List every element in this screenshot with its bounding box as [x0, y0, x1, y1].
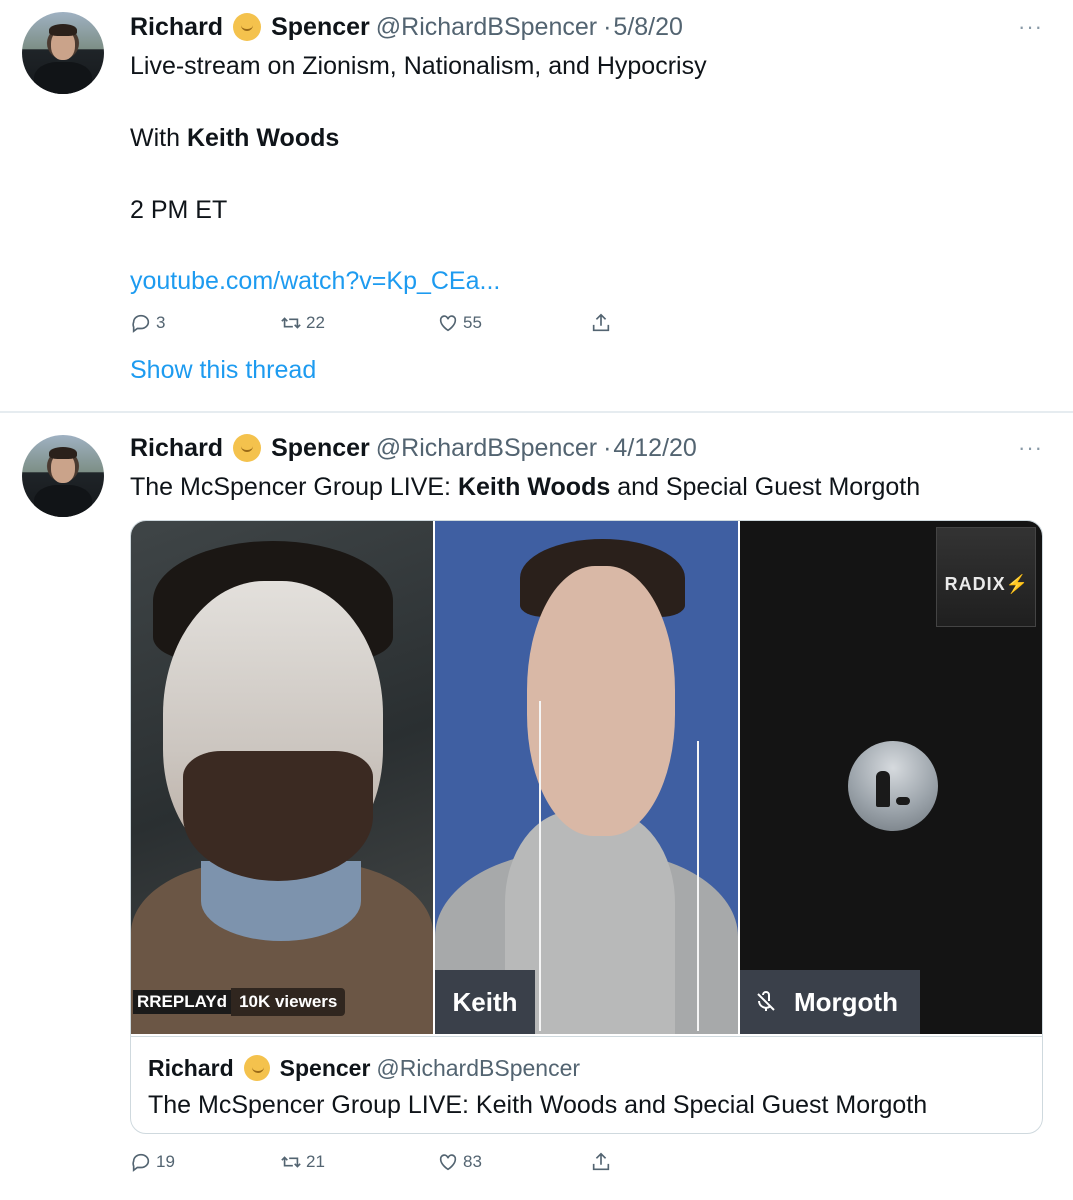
- youtube-link[interactable]: youtube.com/watch?v=Kp_CEa...: [130, 267, 500, 296]
- user-last-name[interactable]: Spencer: [271, 434, 370, 463]
- reply-icon: [132, 1153, 150, 1172]
- with-prefix: With: [130, 124, 187, 152]
- mention-name: Keith Woods: [457, 473, 611, 501]
- retweet-count: 21: [306, 1152, 325, 1171]
- quoted-tweet[interactable]: Richard Spencer @RichardBSpencer The McS…: [131, 1036, 1042, 1133]
- emoji-icon: [233, 13, 262, 41]
- tweet-2[interactable]: Richard Spencer @RichardBSpencer · 4/12/…: [0, 413, 1073, 1200]
- tweet-text-with: With Keith Woods: [130, 124, 339, 153]
- user-first-name[interactable]: Richard: [130, 434, 223, 463]
- retweet-button[interactable]: 21: [280, 1151, 325, 1173]
- quote-header: Richard Spencer @RichardBSpencer: [148, 1051, 580, 1085]
- tweet-actions: 3 22 55: [130, 312, 630, 338]
- text-prefix: The McSpencer Group LIVE:: [130, 473, 458, 501]
- heart-icon: [439, 1154, 457, 1171]
- participant-label-morgoth: Morgoth: [740, 970, 920, 1034]
- mention-name: Keith Woods: [186, 124, 340, 152]
- like-button[interactable]: 83: [437, 1151, 482, 1173]
- emoji-icon: [243, 1055, 270, 1081]
- like-count: 83: [463, 1152, 482, 1171]
- tweet-date[interactable]: 5/8/20: [613, 13, 683, 42]
- quote-handle: @RichardBSpencer: [376, 1054, 581, 1081]
- quote-first-name: Richard: [148, 1054, 234, 1081]
- share-button[interactable]: [590, 1151, 616, 1173]
- show-thread-link[interactable]: Show this thread: [130, 356, 316, 385]
- tweet-text: The McSpencer Group LIVE: Keith Woods an…: [130, 473, 920, 502]
- user-last-name[interactable]: Spencer: [271, 13, 370, 42]
- share-icon: [592, 1152, 610, 1171]
- emoji-icon: [233, 434, 262, 462]
- more-options-icon[interactable]: ···: [1018, 435, 1043, 461]
- video-panel-richard[interactable]: RREPLAYd 10K viewers: [131, 521, 433, 1034]
- separator-dot: ·: [603, 433, 612, 462]
- tweet-text-time: 2 PM ET: [130, 196, 228, 224]
- share-button[interactable]: [590, 312, 616, 334]
- avatar[interactable]: [22, 435, 104, 517]
- participant-label-keith: Keith: [435, 970, 535, 1034]
- replay-badge: RREPLAYd: [133, 990, 232, 1014]
- tweet-header: Richard Spencer @RichardBSpencer · 4/12/…: [130, 431, 697, 465]
- video-panel-morgoth[interactable]: RADIX⚡ Morgoth: [740, 521, 1042, 1034]
- quoted-broadcast-card[interactable]: RREPLAYd 10K viewers Keith RADIX⚡ Morgot…: [130, 520, 1043, 1134]
- user-first-name[interactable]: Richard: [130, 13, 223, 42]
- viewer-count: 10K viewers: [231, 988, 346, 1016]
- replay-viewers-badge: RREPLAYd 10K viewers: [133, 988, 346, 1016]
- reply-button[interactable]: 19: [130, 1151, 175, 1173]
- reply-button[interactable]: 3: [130, 312, 165, 334]
- muted-mic-icon: [757, 991, 775, 1011]
- avatar[interactable]: [22, 12, 104, 94]
- more-options-icon[interactable]: ···: [1018, 14, 1043, 40]
- tweet-text-line: Live-stream on Zionism, Nationalism, and…: [130, 52, 707, 80]
- morgoth-avatar: [848, 741, 938, 831]
- share-icon: [592, 313, 610, 332]
- tweet-actions: 19 21 83: [130, 1151, 630, 1177]
- reply-icon: [132, 314, 150, 333]
- quote-text: The McSpencer Group LIVE: Keith Woods an…: [148, 1091, 928, 1119]
- reply-count: 3: [156, 313, 166, 332]
- retweet-count: 22: [306, 313, 325, 332]
- tweet-1[interactable]: Richard Spencer @RichardBSpencer · 5/8/2…: [0, 0, 1073, 412]
- tweet-date[interactable]: 4/12/20: [613, 434, 696, 463]
- user-handle[interactable]: @RichardBSpencer: [376, 434, 597, 463]
- like-button[interactable]: 55: [437, 312, 482, 334]
- heart-icon: [439, 315, 457, 332]
- video-panel-keith[interactable]: Keith: [435, 521, 738, 1034]
- retweet-icon: [281, 317, 301, 329]
- tweet-header: Richard Spencer @RichardBSpencer · 5/8/2…: [130, 10, 683, 44]
- radix-logo-text: RADIX⚡: [944, 574, 1029, 594]
- separator-dot: ·: [603, 12, 612, 41]
- retweet-button[interactable]: 22: [280, 312, 325, 334]
- reply-count: 19: [156, 1152, 175, 1171]
- participant-name: Morgoth: [794, 986, 898, 1017]
- user-handle[interactable]: @RichardBSpencer: [376, 13, 597, 42]
- radix-logo: RADIX⚡: [936, 527, 1036, 627]
- text-suffix: and Special Guest Morgoth: [610, 473, 921, 501]
- retweet-icon: [281, 1156, 301, 1168]
- like-count: 55: [463, 313, 482, 332]
- quote-last-name: Spencer: [279, 1054, 371, 1081]
